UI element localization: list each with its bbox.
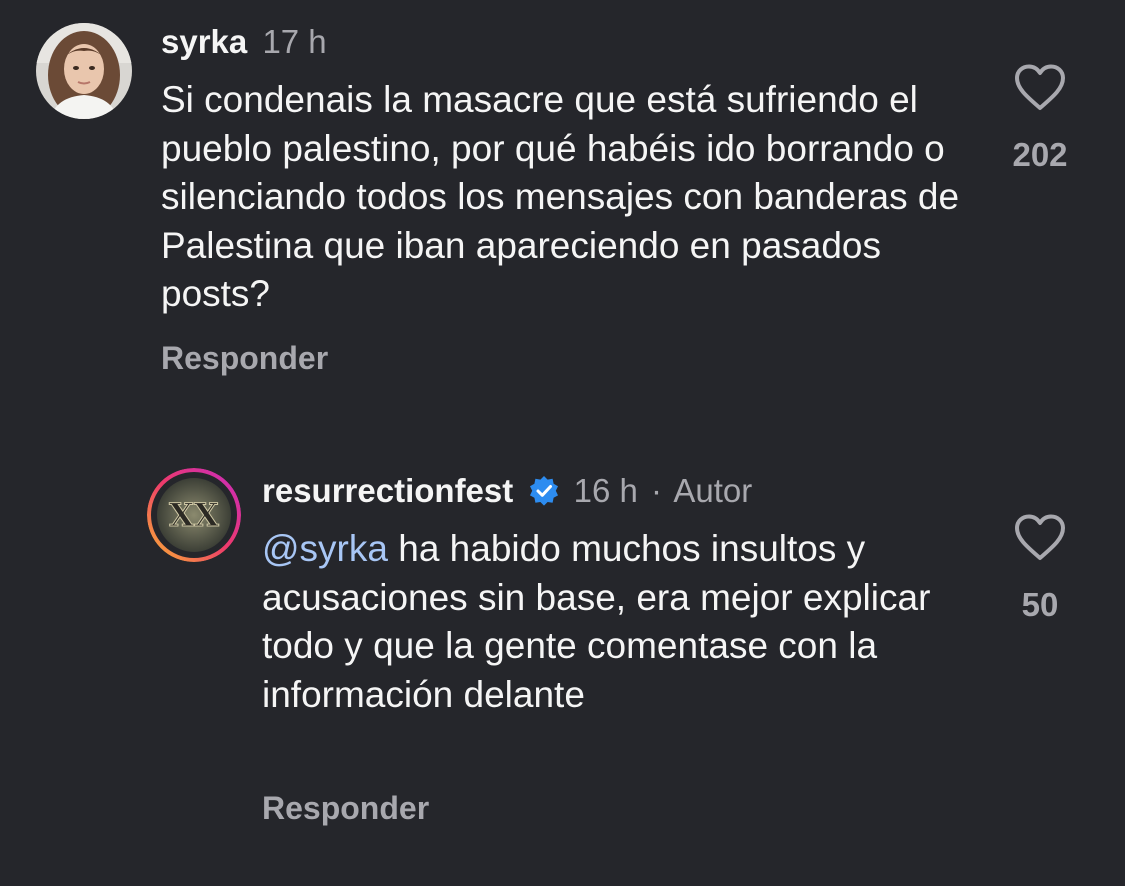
mention-link[interactable]: @syrka: [262, 528, 388, 569]
comment-header: syrka 17 h: [161, 22, 327, 62]
avatar-image-syrka: [36, 23, 132, 119]
timestamp: 17 h: [262, 23, 327, 60]
like-control: 50: [1005, 514, 1075, 624]
like-control: 202: [1005, 64, 1075, 174]
author-badge: Autor: [673, 472, 753, 509]
reply-button[interactable]: Responder: [161, 340, 328, 377]
reply-header: resurrectionfest 16 h · Autor: [262, 471, 752, 511]
svg-text:XX: XX: [169, 496, 219, 534]
separator: ·: [651, 472, 663, 509]
heart-outline-icon[interactable]: [1014, 514, 1066, 562]
reply-text: @syrka ha habido muchos insultos y acusa…: [262, 525, 962, 719]
verified-badge-icon: [530, 476, 559, 506]
username[interactable]: syrka: [161, 23, 247, 60]
avatar-image-resurrectionfest: XX: [147, 468, 241, 562]
comment-text: Si condenais la masacre que está sufrien…: [161, 76, 961, 319]
reply-button[interactable]: Responder: [262, 790, 429, 827]
comment-body: Si condenais la masacre que está sufrien…: [161, 79, 960, 314]
like-count: 50: [1021, 586, 1059, 623]
username[interactable]: resurrectionfest: [262, 472, 513, 509]
like-count: 202: [1012, 136, 1068, 173]
comment-resurrectionfest: XX resurrectionfest 16 h · Autor @syrka …: [0, 420, 1125, 886]
avatar-resurrectionfest[interactable]: XX: [147, 468, 241, 562]
timestamp: 16 h: [573, 472, 638, 509]
comment-syrka: syrka 17 h Si condenais la masacre que e…: [0, 0, 1125, 420]
avatar-syrka[interactable]: [36, 23, 132, 119]
heart-outline-icon[interactable]: [1014, 64, 1066, 112]
